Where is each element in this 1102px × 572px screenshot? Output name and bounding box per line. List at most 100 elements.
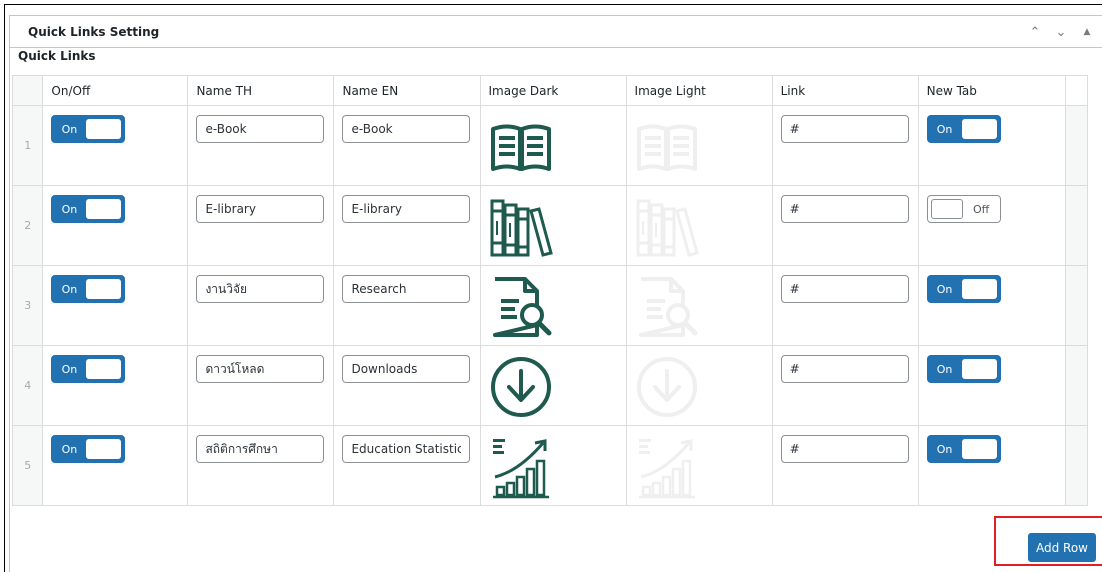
image-dark-cell <box>479 345 627 426</box>
row-number[interactable]: 3 <box>11 265 44 346</box>
book-icon <box>636 124 697 171</box>
new-tab-toggle[interactable]: On <box>926 115 1001 143</box>
image-light-preview[interactable] <box>635 435 699 499</box>
statistics-chart-icon <box>492 439 549 499</box>
image-dark-cell <box>479 105 627 186</box>
toggle-knob <box>86 359 122 379</box>
quick-links-field-label: Quick Links <box>18 49 96 63</box>
column-header-on-off: On/Off <box>42 75 189 106</box>
new-tab-cell: Off <box>917 185 1066 266</box>
toggle-knob <box>86 119 122 139</box>
name-en-cell <box>333 265 481 346</box>
image-dark-preview[interactable] <box>489 355 553 419</box>
link-cell <box>771 185 919 266</box>
new-tab-toggle[interactable]: On <box>926 275 1001 303</box>
name-en-input[interactable] <box>342 355 471 383</box>
new-tab-toggle[interactable]: Off <box>926 195 1001 223</box>
table-row: 5 On สถิติการศึกษา Education Statistics … <box>11 425 1089 506</box>
library-books-icon <box>490 199 553 257</box>
row-number[interactable]: 4 <box>11 345 44 426</box>
name-th-cell <box>187 265 335 346</box>
on-off-cell: On <box>42 345 189 426</box>
on-off-toggle[interactable]: On <box>51 195 126 223</box>
link-cell <box>771 105 919 186</box>
image-light-preview[interactable] <box>635 355 699 419</box>
image-dark-cell <box>479 425 627 506</box>
name-th-input[interactable] <box>196 435 325 463</box>
collapse-toggle-icon[interactable]: ▲ <box>1080 27 1094 37</box>
image-light-cell <box>625 185 773 266</box>
image-dark-preview[interactable] <box>489 275 553 339</box>
name-th-cell <box>187 425 335 506</box>
toggle-knob <box>961 279 997 299</box>
name-en-cell <box>333 105 481 186</box>
name-th-input[interactable] <box>196 355 325 383</box>
new-tab-cell: On <box>917 425 1066 506</box>
toggle-on-label: On <box>61 362 78 376</box>
name-en-cell <box>333 345 481 426</box>
row-number[interactable]: 1 <box>11 105 44 186</box>
link-input[interactable] <box>780 435 909 463</box>
new-tab-cell: On <box>917 105 1066 186</box>
panel-header: Quick Links Setting ⌃ ⌄ ▲ <box>10 16 1102 48</box>
move-up-icon[interactable]: ⌃ <box>1028 25 1042 40</box>
image-light-preview[interactable] <box>635 195 699 259</box>
image-dark-preview[interactable] <box>489 195 553 259</box>
image-light-preview[interactable] <box>635 115 699 179</box>
link-input[interactable] <box>780 195 909 223</box>
row-handle[interactable] <box>1064 105 1089 186</box>
column-header-name-en: Name EN <box>333 75 481 106</box>
toggle-knob <box>930 199 963 219</box>
column-header-image-light: Image Light <box>625 75 773 106</box>
new-tab-cell: On <box>917 345 1066 426</box>
on-off-toggle[interactable]: On <box>51 275 126 303</box>
link-input[interactable] <box>780 115 909 143</box>
name-th-input[interactable] <box>196 195 325 223</box>
move-down-icon[interactable]: ⌄ <box>1054 25 1068 40</box>
book-icon <box>490 124 551 171</box>
on-off-toggle[interactable]: On <box>51 435 126 463</box>
image-light-cell <box>625 265 773 346</box>
name-th-input[interactable] <box>196 115 325 143</box>
image-light-cell <box>625 425 773 506</box>
toggle-on-label: On <box>936 282 953 296</box>
on-off-toggle[interactable]: On <box>51 115 126 143</box>
name-en-input[interactable] <box>342 435 471 463</box>
image-light-cell <box>625 345 773 426</box>
name-en-input[interactable] <box>342 275 471 303</box>
new-tab-toggle[interactable]: On <box>926 355 1001 383</box>
link-input[interactable] <box>780 355 909 383</box>
on-off-cell: On <box>42 185 189 266</box>
table-row: 3 On งานวิจัย Research # On <box>11 265 1089 346</box>
link-input[interactable] <box>780 275 909 303</box>
column-header-new-tab: New Tab <box>917 75 1066 106</box>
add-row-button[interactable]: Add Row <box>1028 533 1096 562</box>
toggle-knob <box>86 439 122 459</box>
panel-title: Quick Links Setting <box>28 24 160 39</box>
name-th-input[interactable] <box>196 275 325 303</box>
toggle-knob <box>961 439 997 459</box>
on-off-toggle[interactable]: On <box>51 355 126 383</box>
column-header-image-dark: Image Dark <box>479 75 627 106</box>
row-handle[interactable] <box>1064 425 1089 506</box>
row-number[interactable]: 2 <box>11 185 44 266</box>
toggle-on-label: On <box>936 442 953 456</box>
row-handle[interactable] <box>1064 265 1089 346</box>
row-handle[interactable] <box>1064 345 1089 426</box>
image-light-preview[interactable] <box>635 275 699 339</box>
name-en-input[interactable] <box>342 195 471 223</box>
image-dark-cell <box>479 185 627 266</box>
new-tab-toggle[interactable]: On <box>926 435 1001 463</box>
name-en-input[interactable] <box>342 115 471 143</box>
toggle-knob <box>961 119 997 139</box>
image-dark-preview[interactable] <box>489 435 553 499</box>
new-tab-cell: On <box>917 265 1066 346</box>
library-books-icon <box>636 199 699 257</box>
row-handle[interactable] <box>1064 185 1089 266</box>
row-number-header <box>11 75 44 106</box>
table-header-row: On/Off Name TH Name EN Image Dark Image … <box>11 75 1089 106</box>
toggle-on-label: On <box>61 282 78 296</box>
row-number[interactable]: 5 <box>11 425 44 506</box>
toggle-knob <box>86 199 122 219</box>
image-dark-preview[interactable] <box>489 115 553 179</box>
